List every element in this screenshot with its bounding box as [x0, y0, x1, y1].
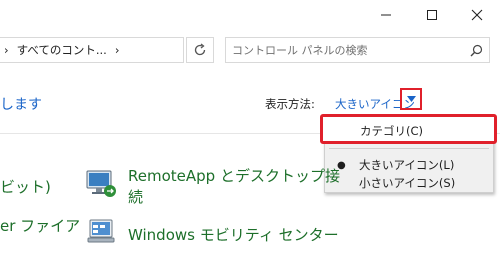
- chevron-down-icon: [406, 96, 416, 102]
- menu-item-small-icons[interactable]: 小さいアイコン(S): [325, 173, 493, 193]
- menu-item-label: 大きいアイコン(L): [359, 158, 455, 172]
- search-placeholder: コントロール パネルの検索: [232, 44, 368, 57]
- breadcrumb-chevron-icon[interactable]: ›: [4, 43, 9, 57]
- refresh-button[interactable]: [186, 37, 214, 63]
- close-button[interactable]: [454, 0, 500, 30]
- remoteapp-link-line1[interactable]: RemoteApp とデスクトップ接: [128, 165, 340, 186]
- breadcrumb-chevron-icon[interactable]: ›: [115, 43, 120, 57]
- minimize-icon: [381, 14, 391, 16]
- close-icon: [471, 9, 483, 21]
- minimize-button[interactable]: [363, 0, 409, 30]
- menu-separator: [329, 148, 489, 149]
- item-label-fragment[interactable]: ビット): [0, 176, 51, 197]
- maximize-button[interactable]: [409, 0, 455, 30]
- search-icon[interactable]: [470, 44, 483, 57]
- mobility-center-link[interactable]: Windows モビリティ センター: [128, 224, 339, 245]
- menu-item-large-icons[interactable]: ● 大きいアイコン(L): [325, 155, 493, 175]
- menu-item-label: カテゴリ(C): [360, 124, 424, 138]
- breadcrumb[interactable]: すべてのコント...: [17, 42, 107, 58]
- remoteapp-icon[interactable]: [84, 167, 118, 201]
- mobility-center-icon[interactable]: [84, 217, 118, 251]
- menu-item-label: 小さいアイコン(S): [359, 176, 456, 190]
- view-by-label: 表示方法:: [265, 97, 315, 111]
- view-dropdown-button[interactable]: [400, 88, 422, 110]
- item-label-fragment[interactable]: er ファイア: [0, 215, 80, 236]
- refresh-icon: [194, 43, 206, 56]
- search-input[interactable]: コントロール パネルの検索: [225, 37, 490, 63]
- address-bar[interactable]: › すべてのコント... ›: [0, 37, 184, 63]
- remoteapp-link-line2[interactable]: 続: [128, 186, 143, 207]
- maximize-icon: [427, 10, 437, 20]
- menu-item-category[interactable]: カテゴリ(C): [320, 114, 497, 144]
- page-title: します: [0, 97, 42, 113]
